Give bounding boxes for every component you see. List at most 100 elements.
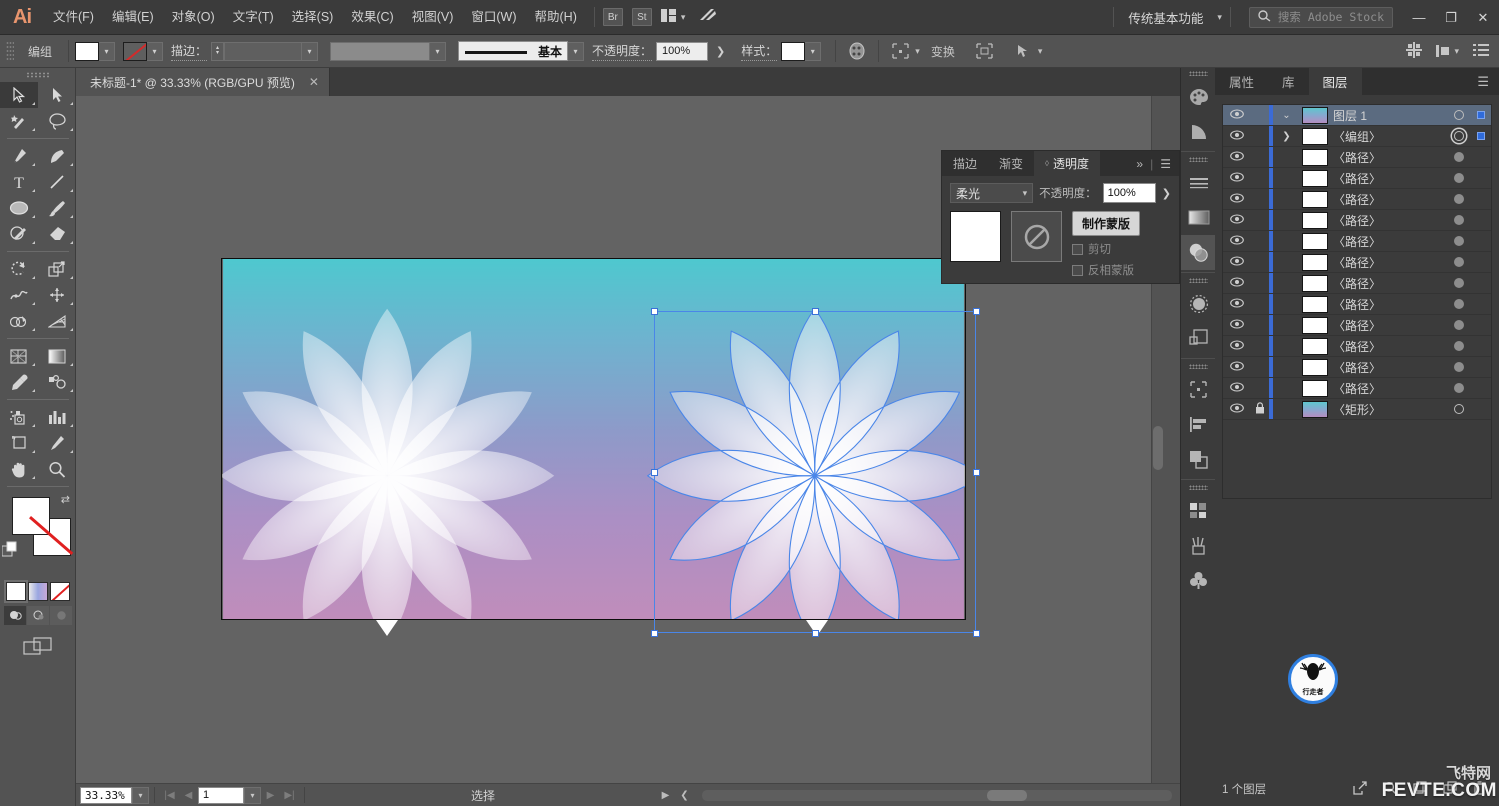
artboard-number-input[interactable]: 1	[198, 786, 244, 804]
swatches-icon[interactable]	[1181, 493, 1216, 528]
status-collapse-button[interactable]: ❮	[675, 790, 694, 801]
blend-mode-select[interactable]: 柔光 ▾	[950, 183, 1034, 203]
mesh-tool[interactable]	[0, 343, 38, 369]
fill-swatch[interactable]	[75, 41, 100, 61]
color-guide-icon[interactable]	[1181, 114, 1216, 149]
curvature-tool[interactable]	[38, 143, 76, 169]
draw-normal-button[interactable]	[4, 606, 26, 625]
line-segment-tool[interactable]	[38, 169, 76, 195]
layer-thumbnail[interactable]	[1302, 211, 1328, 229]
style-swatch[interactable]	[781, 41, 806, 61]
layer-name[interactable]: 〈路径〉	[1333, 212, 1447, 229]
hand-tool[interactable]	[0, 456, 38, 482]
dock-grip[interactable]	[1181, 361, 1215, 372]
gradient-icon[interactable]	[1181, 200, 1216, 235]
close-icon[interactable]: ✕	[309, 75, 319, 89]
variable-width-profile[interactable]: ▾	[330, 41, 447, 61]
ellipse-tool[interactable]	[0, 195, 38, 221]
zoom-tool[interactable]	[38, 456, 76, 482]
horizontal-scrollbar[interactable]	[702, 789, 1172, 801]
close-button[interactable]: ✕	[1467, 0, 1499, 35]
tab-libraries[interactable]: 库	[1268, 68, 1309, 95]
target-indicator[interactable]	[1447, 383, 1471, 393]
menu-help[interactable]: 帮助(H)	[526, 0, 586, 35]
selection-handle-mr[interactable]	[973, 469, 980, 476]
target-indicator[interactable]	[1447, 320, 1471, 330]
layer-thumbnail[interactable]	[1302, 232, 1328, 250]
visibility-eye-icon[interactable]	[1223, 381, 1250, 395]
target-indicator[interactable]	[1447, 110, 1471, 120]
release-to-layers-icon[interactable]	[1353, 780, 1367, 798]
tab-gradient[interactable]: 渐变	[988, 151, 1034, 176]
layer-thumbnail[interactable]	[1302, 169, 1328, 187]
eyedropper-tool[interactable]	[0, 369, 38, 395]
target-indicator[interactable]	[1447, 278, 1471, 288]
shaper-tool[interactable]	[0, 221, 38, 247]
menu-type[interactable]: 文字(T)	[224, 0, 283, 35]
selection-handle-tr[interactable]	[973, 308, 980, 315]
zoom-dropdown-icon[interactable]: ▾	[132, 786, 149, 804]
layer-row[interactable]: 〈路径〉	[1223, 231, 1491, 252]
pen-tool[interactable]	[0, 143, 38, 169]
chevron-down-icon[interactable]: ▾	[1038, 46, 1043, 57]
layer-thumbnail[interactable]	[1302, 295, 1328, 313]
selection-handle-bc[interactable]	[812, 630, 819, 637]
transparency-icon[interactable]	[1181, 235, 1216, 270]
layer-name[interactable]: 〈路径〉	[1333, 170, 1447, 187]
tab-stroke[interactable]: 描边	[942, 151, 988, 176]
layer-row[interactable]: 〈矩形〉	[1223, 399, 1491, 420]
target-indicator[interactable]	[1447, 131, 1471, 141]
gradient-tool[interactable]	[38, 343, 76, 369]
visibility-eye-icon[interactable]	[1223, 234, 1250, 248]
opacity-flyout-icon[interactable]: ❯	[708, 45, 733, 58]
brush-preview[interactable]: 基本	[458, 41, 569, 61]
dock-grip[interactable]	[1181, 154, 1215, 165]
visibility-eye-icon[interactable]	[1223, 192, 1250, 206]
layer-name[interactable]: 〈路径〉	[1333, 191, 1447, 208]
target-indicator[interactable]	[1447, 362, 1471, 372]
transform-label-button[interactable]: 变换	[931, 40, 955, 62]
disclosure-triangle-icon[interactable]: ❯	[1273, 131, 1300, 142]
distribute-icon[interactable]: ▾	[1436, 43, 1459, 59]
none-fill-mode-button[interactable]	[50, 582, 70, 601]
visibility-eye-icon[interactable]	[1223, 339, 1250, 353]
menu-window[interactable]: 窗口(W)	[462, 0, 525, 35]
layer-thumbnail[interactable]	[1302, 148, 1328, 166]
width-profile-bar[interactable]	[330, 41, 431, 61]
layer-thumbnail[interactable]	[1302, 106, 1328, 124]
swap-fill-stroke-icon[interactable]: ⇄	[61, 493, 70, 506]
layers-panel[interactable]: 属性 库 图层 ☰ ⌄ 图层 1 ❯ 〈编组〉 〈路径〉 〈路径〉 〈路径〉 〈路径〉 〈路径〉…	[1215, 68, 1499, 806]
stepper-arrows-icon[interactable]: ▴ ▾	[211, 41, 225, 61]
menu-view[interactable]: 视图(V)	[403, 0, 463, 35]
free-transform-tool[interactable]	[38, 282, 76, 308]
horizontal-scroll-thumb[interactable]	[987, 789, 1027, 801]
appearance-icon[interactable]	[1181, 286, 1216, 321]
selection-handle-ml[interactable]	[651, 469, 658, 476]
direct-selection-tool[interactable]	[38, 82, 76, 108]
artwork-thumbnail[interactable]	[950, 211, 1001, 262]
symbol-sprayer-tool[interactable]	[0, 404, 38, 430]
target-indicator[interactable]	[1447, 299, 1471, 309]
shape-builder-tool[interactable]	[0, 308, 38, 334]
invert-mask-checkbox-row[interactable]: 反相蒙版	[1072, 262, 1140, 278]
opacity-label[interactable]: 不透明度：	[592, 42, 653, 61]
stock-button[interactable]: St	[631, 8, 652, 26]
chevron-down-icon[interactable]: ▾	[99, 41, 116, 61]
stroke-swatch-none[interactable]	[123, 41, 148, 61]
artboard-options-icon[interactable]	[889, 40, 911, 62]
draw-inside-button[interactable]	[50, 606, 72, 625]
target-indicator[interactable]	[1447, 236, 1471, 246]
screen-mode-button[interactable]	[0, 637, 75, 655]
menu-select[interactable]: 选择(S)	[283, 0, 343, 35]
layer-row[interactable]: 〈路径〉	[1223, 294, 1491, 315]
align-icon[interactable]	[1406, 41, 1423, 61]
last-artboard-button[interactable]: ▶|	[280, 790, 299, 801]
layer-thumbnail[interactable]	[1302, 253, 1328, 271]
style-label[interactable]: 样式：	[741, 42, 778, 61]
arrange-documents-button[interactable]: ▾	[660, 9, 685, 25]
layer-name[interactable]: 〈路径〉	[1333, 296, 1447, 313]
layer-row[interactable]: 〈路径〉	[1223, 336, 1491, 357]
zoom-level-input[interactable]: 33.33%	[80, 786, 132, 804]
workspace-switcher[interactable]: 传统基本功能 ▾	[1122, 8, 1222, 27]
layer-name[interactable]: 〈路径〉	[1333, 338, 1447, 355]
